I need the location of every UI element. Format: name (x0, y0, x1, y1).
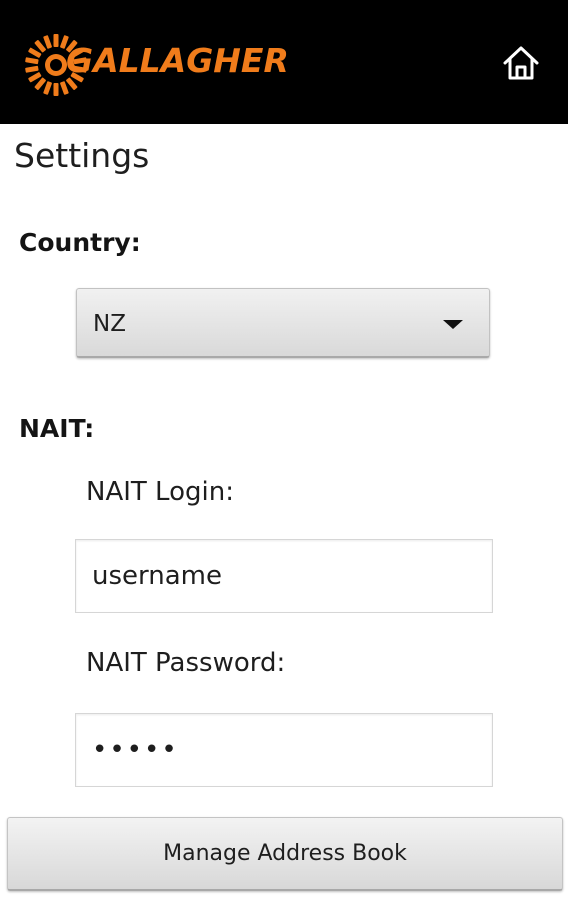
nait-section-label: NAIT: (19, 414, 95, 443)
country-selected-value: NZ (93, 311, 126, 337)
home-icon (503, 46, 539, 80)
gallagher-logo: GALLAGHER (22, 30, 289, 100)
country-label: Country: (19, 228, 141, 257)
nait-password-input[interactable] (75, 713, 493, 787)
nait-login-label: NAIT Login: (86, 477, 234, 507)
manage-address-book-button[interactable]: Manage Address Book (7, 817, 563, 891)
chevron-down-icon (443, 320, 463, 329)
home-button[interactable] (496, 38, 546, 88)
page-title: Settings (14, 136, 150, 175)
brand-name: GALLAGHER (66, 41, 289, 80)
nait-login-input[interactable] (75, 539, 493, 613)
nait-password-label: NAIT Password: (86, 648, 286, 678)
action-bar: GALLAGHER (0, 0, 568, 124)
country-dropdown[interactable]: NZ (76, 288, 490, 358)
settings-screen: GALLAGHER Settings Country: NZ NAIT: NAI… (0, 0, 568, 900)
